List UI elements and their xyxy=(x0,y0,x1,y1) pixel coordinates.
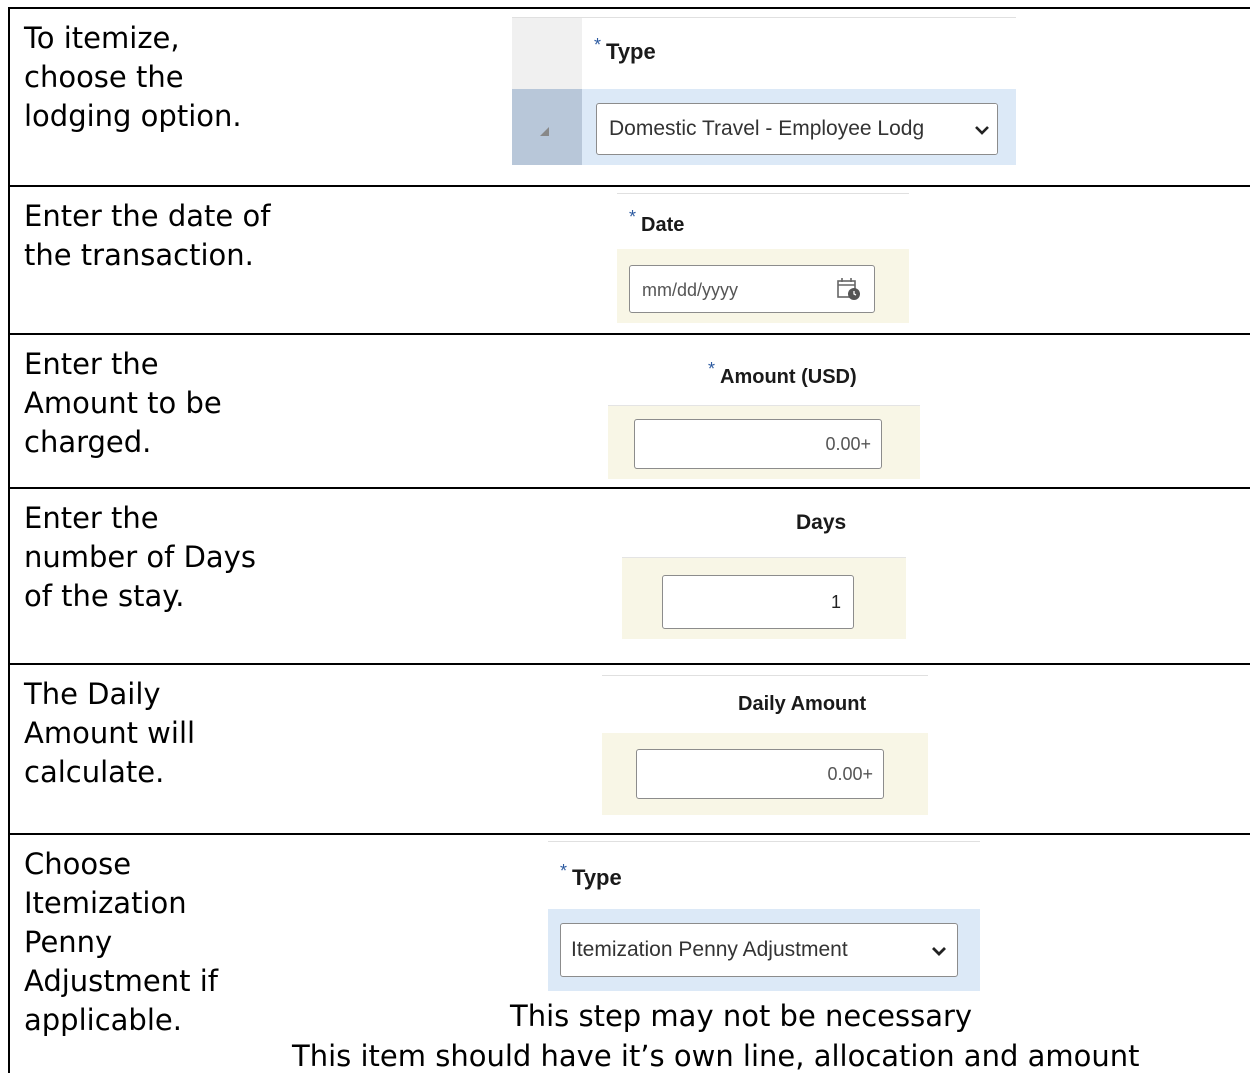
separate-line-note: This item should have it’s own line, all… xyxy=(292,1039,1140,1073)
amount-label: * Amount (USD) xyxy=(708,359,857,388)
amount-input[interactable]: 0.00+ xyxy=(634,419,882,469)
calendar-icon[interactable] xyxy=(836,276,862,307)
date-input[interactable]: mm/dd/yyyy xyxy=(629,265,875,313)
step-row-type: To itemize, choose the lodging option. *… xyxy=(8,7,1250,185)
days-label: Days xyxy=(796,511,847,534)
chevron-down-icon xyxy=(931,924,947,977)
type-label: * Type xyxy=(594,35,656,64)
step-instruction: Choose Itemization Penny Adjustment if a… xyxy=(24,847,218,1037)
step-instruction: Enter the Amount to be charged. xyxy=(24,347,222,459)
resize-triangle-icon xyxy=(540,127,549,136)
type-label: * Type xyxy=(560,861,622,890)
optional-step-note: This step may not be necessary xyxy=(510,999,973,1033)
daily-amount-label: Daily Amount xyxy=(738,693,867,715)
type-select[interactable]: Domestic Travel - Employee Lodg xyxy=(596,103,998,155)
instruction-table: To itemize, choose the lodging option. *… xyxy=(8,7,1250,1073)
type-screenshot: * Type Domestic Travel - Employee Lodg xyxy=(512,17,1016,165)
step-row-daily-amount: The Daily Amount will calculate. Daily A… xyxy=(8,663,1250,833)
step-instruction: To itemize, choose the lodging option. xyxy=(24,21,242,133)
penny-type-select[interactable]: Itemization Penny Adjustment xyxy=(560,923,958,977)
step-row-amount: Enter the Amount to be charged. * Amount … xyxy=(8,333,1250,487)
chevron-down-icon xyxy=(967,104,997,154)
amount-screenshot: * Amount (USD) 0.00+ xyxy=(608,349,920,479)
daily-amount-input[interactable]: 0.00+ xyxy=(636,749,884,799)
step-row-date: Enter the date of the transaction. * Date… xyxy=(8,185,1250,333)
penny-type-screenshot: * Type Itemization Penny Adjustment xyxy=(548,841,980,991)
step-row-penny-adjustment: Choose Itemization Penny Adjustment if a… xyxy=(8,833,1250,1073)
date-placeholder: mm/dd/yyyy xyxy=(642,280,739,300)
step-instruction: The Daily Amount will calculate. xyxy=(24,677,196,789)
step-instruction: Enter the number of Days of the stay. xyxy=(24,501,256,613)
date-screenshot: * Date mm/dd/yyyy xyxy=(617,193,909,323)
step-row-days: Enter the number of Days of the stay. Da… xyxy=(8,487,1250,663)
step-instruction: Enter the date of the transaction. xyxy=(24,199,271,272)
days-input[interactable]: 1 xyxy=(662,575,854,629)
row-gutter-header xyxy=(512,17,582,90)
date-label: * Date xyxy=(629,207,685,236)
row-gutter xyxy=(512,89,582,165)
daily-amount-screenshot: Daily Amount 0.00+ xyxy=(602,675,928,815)
days-screenshot: Days 1 xyxy=(622,503,906,639)
